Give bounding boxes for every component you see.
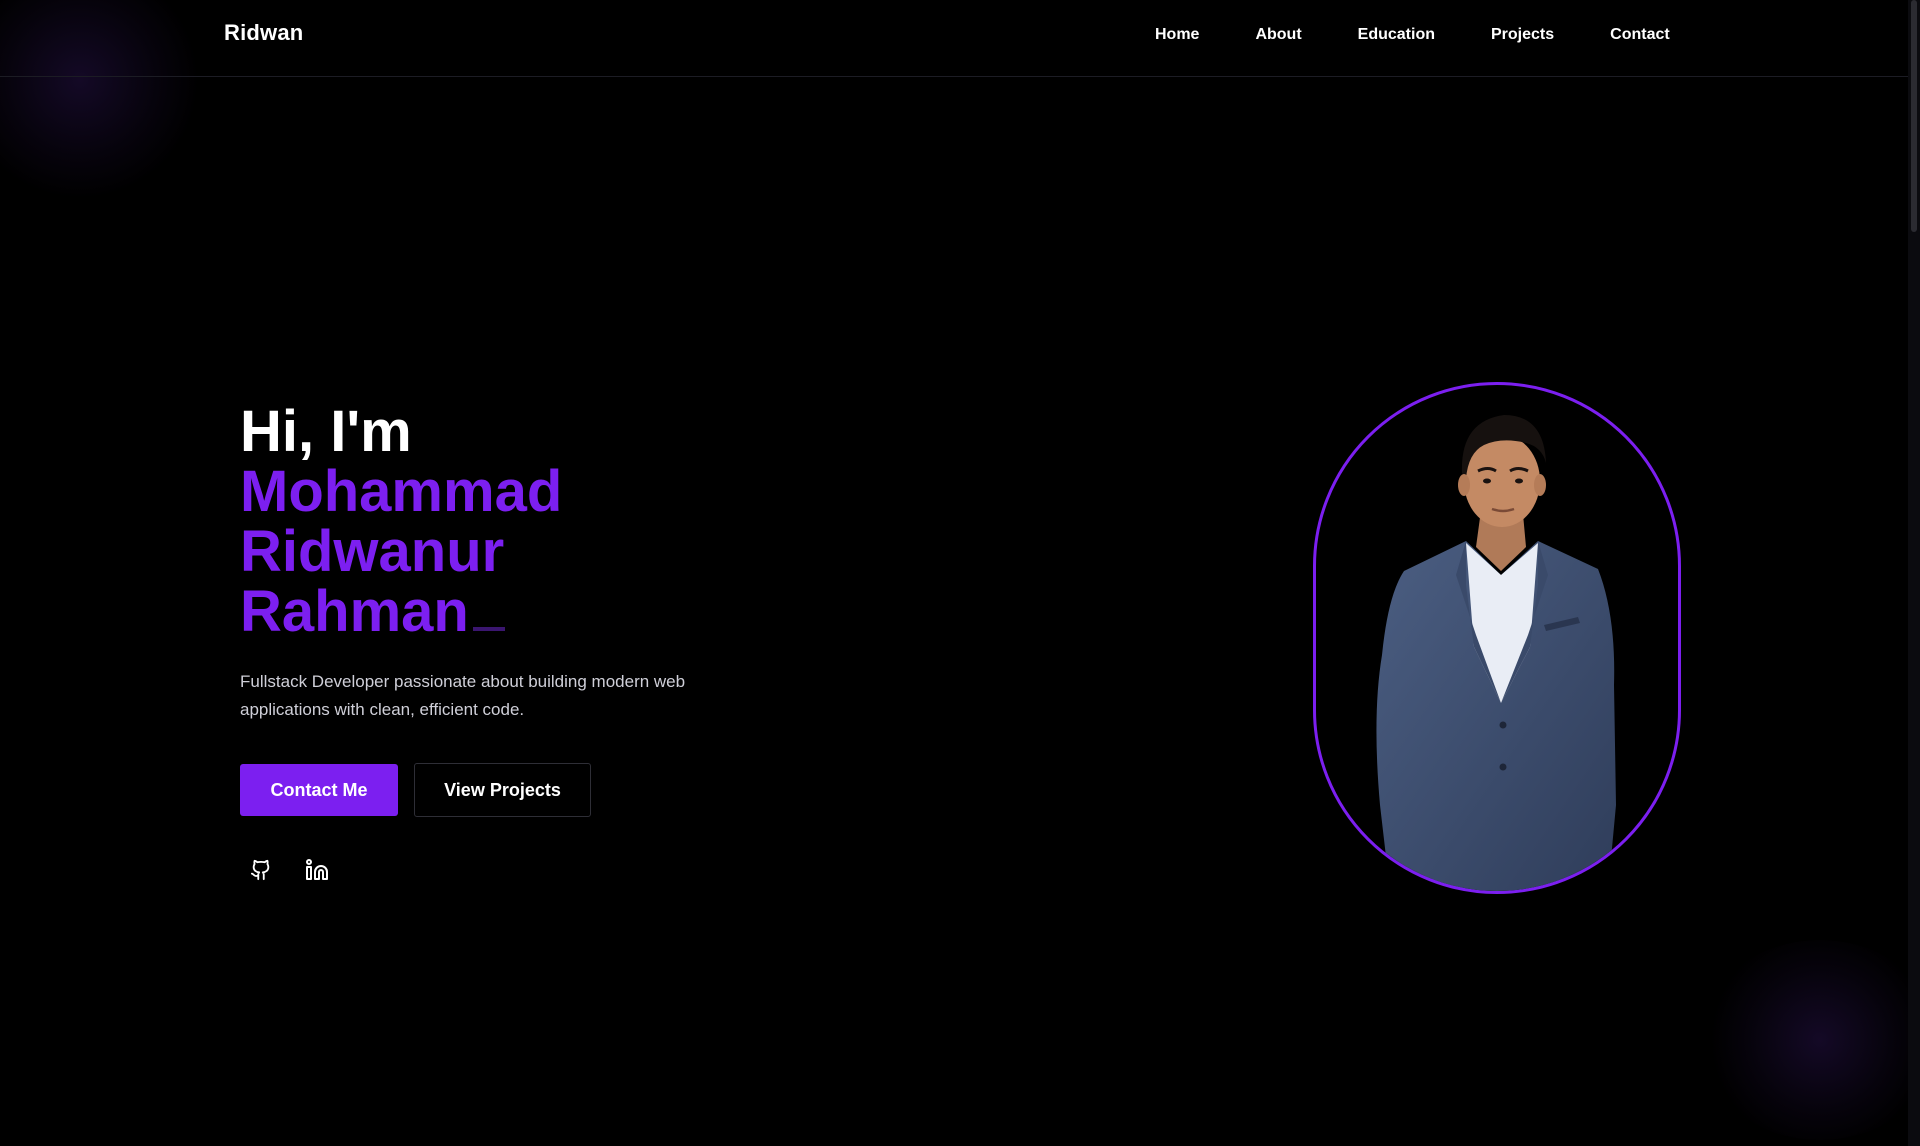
hero-section: Hi, I'm Mohammad Ridwanur Rahman Fullsta… [240, 402, 800, 885]
brand-logo[interactable]: Ridwan [224, 20, 303, 46]
github-icon[interactable] [246, 855, 276, 885]
navbar: Ridwan Home About Education Projects Con… [0, 0, 1920, 77]
typing-cursor [472, 627, 505, 631]
hero-tagline: Fullstack Developer passionate about bui… [240, 672, 686, 719]
nav-link-about[interactable]: About [1255, 26, 1301, 44]
nav-link-contact[interactable]: Contact [1610, 26, 1670, 44]
hero-name-middle: Ridwanur [240, 519, 505, 584]
page-scrollbar[interactable] [1908, 0, 1920, 1146]
page: Ridwan Home About Education Projects Con… [0, 0, 1920, 1146]
hero-name-last: Rahman [240, 579, 469, 644]
background-glow-bottom-right [1700, 940, 1920, 1140]
hero-heading: Hi, I'm Mohammad Ridwanur Rahman [240, 402, 800, 642]
profile-portrait-frame [1313, 382, 1681, 894]
hero-greeting: Hi, I'm [240, 399, 412, 464]
linkedin-icon[interactable] [302, 855, 332, 885]
view-projects-button[interactable]: View Projects [414, 763, 591, 817]
hero-buttons: Contact Me View Projects [240, 763, 800, 817]
contact-me-button[interactable]: Contact Me [240, 764, 398, 816]
nav-link-home[interactable]: Home [1155, 26, 1199, 44]
nav-link-education[interactable]: Education [1358, 26, 1435, 44]
hero-name-last-row: Rahman [240, 582, 800, 642]
profile-portrait [1376, 415, 1616, 891]
nav-links: Home About Education Projects Contact [1155, 26, 1670, 44]
scrollbar-thumb[interactable] [1911, 0, 1917, 232]
nav-link-projects[interactable]: Projects [1491, 26, 1554, 44]
hero-name-first: Mohammad [240, 459, 563, 524]
social-links [240, 855, 800, 885]
